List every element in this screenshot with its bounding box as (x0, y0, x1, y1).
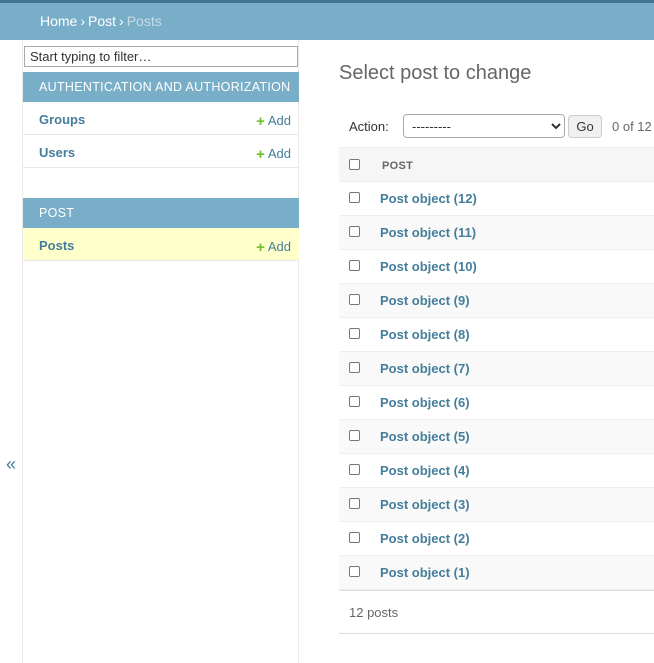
breadcrumb-separator: › (80, 13, 86, 29)
post-link[interactable]: Post object (3) (380, 497, 470, 512)
row-checkbox[interactable] (349, 260, 360, 271)
post-link[interactable]: Post object (9) (380, 293, 470, 308)
row-checkbox[interactable] (349, 362, 360, 373)
select-all-checkbox[interactable] (349, 159, 360, 170)
row-checkbox[interactable] (349, 328, 360, 339)
row-checkbox[interactable] (349, 430, 360, 441)
sidebar-item-posts-link[interactable]: Posts (39, 238, 74, 253)
nav-sidebar: AUTHENTICATION AND AUTHORIZATION Groups … (22, 40, 299, 663)
table-row: Post object (3) (339, 488, 654, 522)
sidebar-item-posts: Posts + Add (23, 228, 299, 261)
go-button[interactable]: Go (568, 115, 602, 138)
row-checkbox[interactable] (349, 192, 360, 203)
module-caption-auth[interactable]: AUTHENTICATION AND AUTHORIZATION (23, 72, 299, 102)
table-row: Post object (5) (339, 420, 654, 454)
breadcrumb-app-post[interactable]: Post (88, 13, 116, 29)
post-link[interactable]: Post object (7) (380, 361, 470, 376)
plus-icon: + (256, 239, 265, 256)
paginator: 12 posts (339, 590, 654, 634)
row-checkbox[interactable] (349, 396, 360, 407)
breadcrumb-current: Posts (126, 13, 162, 29)
table-row: Post object (6) (339, 386, 654, 420)
add-label: Add (267, 113, 291, 128)
post-link[interactable]: Post object (5) (380, 429, 470, 444)
add-label: Add (267, 146, 291, 161)
post-link[interactable]: Post object (6) (380, 395, 470, 410)
double-chevron-left-icon[interactable]: « (6, 454, 16, 475)
column-header-post[interactable]: POST (382, 160, 413, 172)
action-counter: 0 of 12 (612, 119, 652, 134)
table-header: POST (339, 147, 654, 182)
row-checkbox[interactable] (349, 498, 360, 509)
post-link[interactable]: Post object (11) (380, 225, 476, 240)
table-row: Post object (4) (339, 454, 654, 488)
post-link[interactable]: Post object (12) (380, 191, 477, 206)
breadcrumb-home[interactable]: Home (40, 13, 77, 29)
sidebar-item-users: Users + Add (23, 135, 299, 168)
add-posts-link[interactable]: + Add (256, 238, 291, 256)
nav-filter-input[interactable] (24, 46, 298, 67)
table-row: Post object (12) (339, 182, 654, 216)
add-groups-link[interactable]: + Add (256, 112, 291, 130)
post-link[interactable]: Post object (8) (380, 327, 470, 342)
table-row: Post object (9) (339, 284, 654, 318)
row-checkbox[interactable] (349, 294, 360, 305)
add-users-link[interactable]: + Add (256, 145, 291, 163)
row-checkbox[interactable] (349, 566, 360, 577)
plus-icon: + (256, 146, 265, 163)
table-row: Post object (8) (339, 318, 654, 352)
post-link[interactable]: Post object (4) (380, 463, 470, 478)
sidebar-item-groups: Groups + Add (23, 102, 299, 135)
table-row: Post object (2) (339, 522, 654, 556)
post-link[interactable]: Post object (2) (380, 531, 470, 546)
main-content: Select post to change Action: --------- … (339, 40, 654, 663)
row-checkbox[interactable] (349, 464, 360, 475)
plus-icon: + (256, 113, 265, 130)
table-row: Post object (1) (339, 556, 654, 590)
post-link[interactable]: Post object (1) (380, 565, 470, 580)
table-row: Post object (7) (339, 352, 654, 386)
table-row: Post object (11) (339, 216, 654, 250)
breadcrumb: Home › Post › Posts (0, 3, 654, 40)
page-title: Select post to change (339, 62, 532, 84)
row-checkbox[interactable] (349, 226, 360, 237)
sidebar-item-groups-link[interactable]: Groups (39, 112, 85, 127)
module-caption-post[interactable]: POST (23, 198, 299, 228)
sidebar-item-users-link[interactable]: Users (39, 145, 75, 160)
post-link[interactable]: Post object (10) (380, 259, 477, 274)
action-label: Action: (349, 119, 389, 134)
action-select[interactable]: --------- (403, 114, 565, 138)
add-label: Add (267, 239, 291, 254)
breadcrumb-separator: › (119, 13, 124, 29)
row-checkbox[interactable] (349, 532, 360, 543)
table-row: Post object (10) (339, 250, 654, 284)
